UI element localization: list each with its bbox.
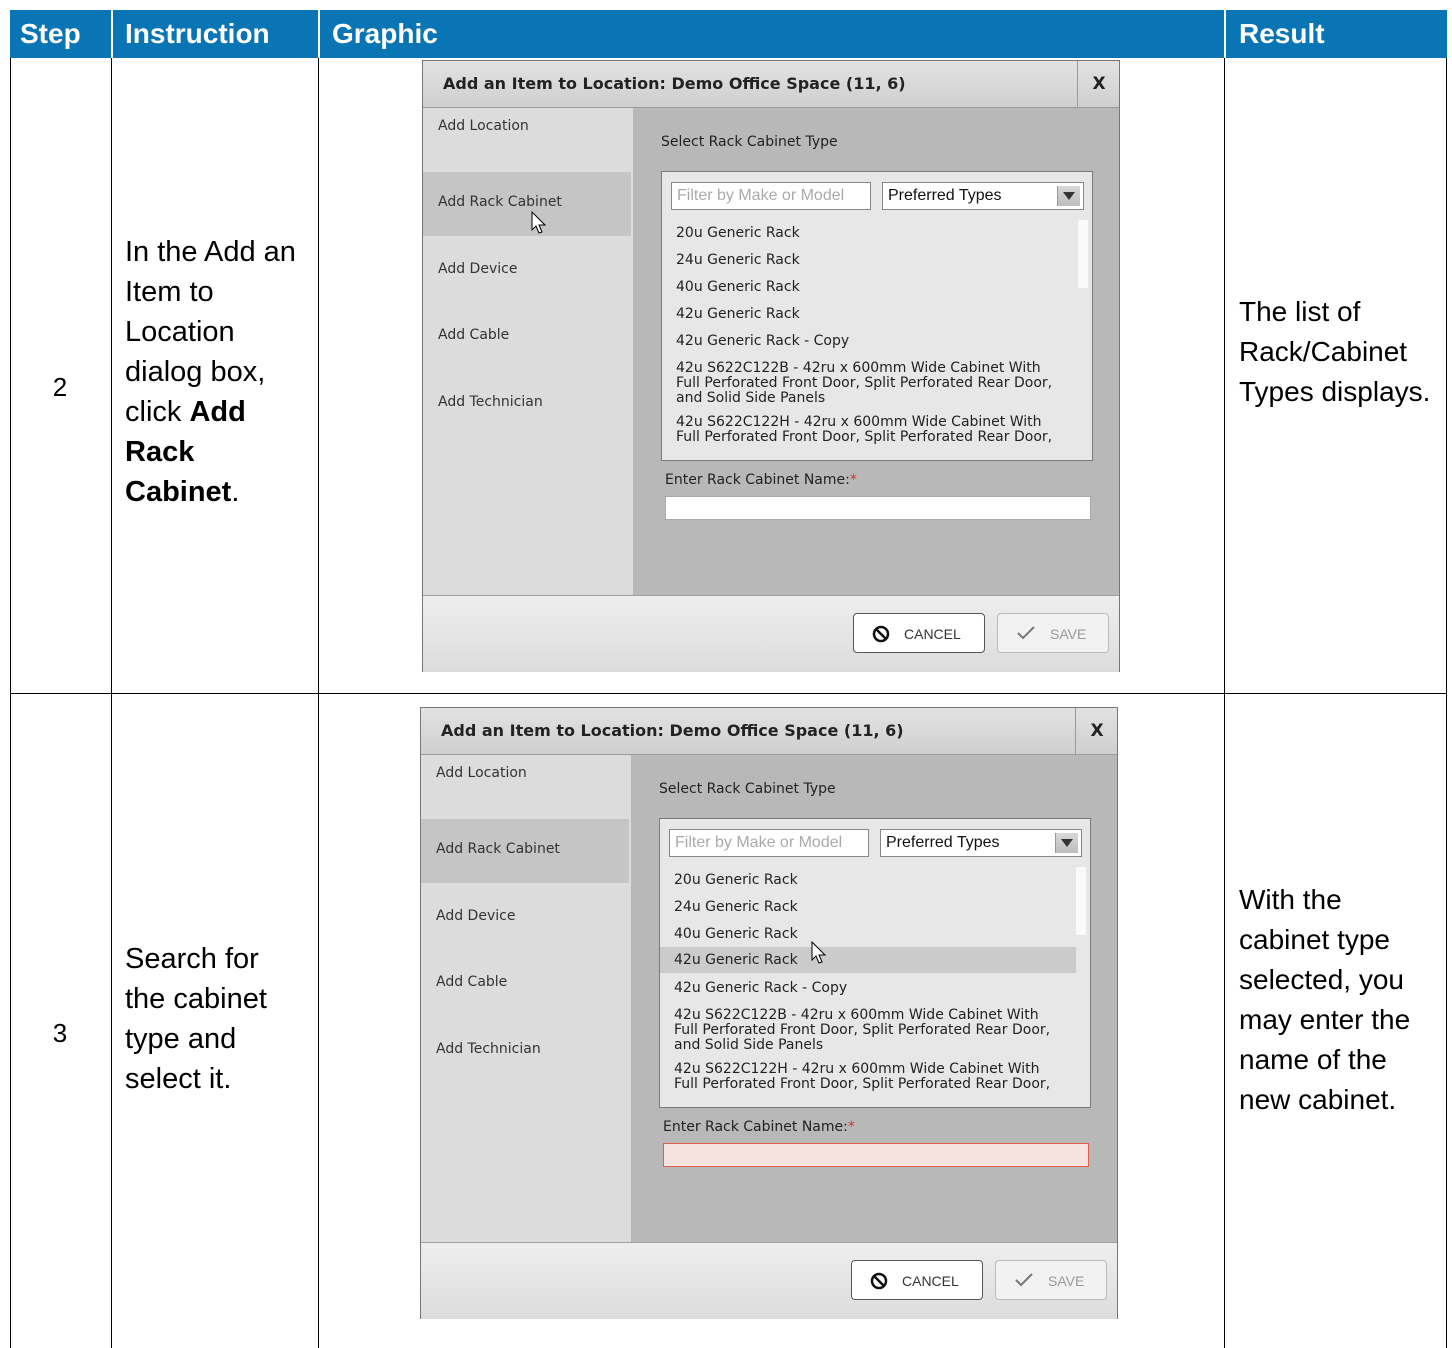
close-button[interactable]: X <box>1075 708 1118 754</box>
select-type-label: Select Rack Cabinet Type <box>661 134 838 150</box>
list-item[interactable]: 40u Generic Rack <box>660 927 1076 941</box>
rack-type-list: Filter by Make or Model Preferred Types … <box>661 171 1093 461</box>
close-button[interactable]: X <box>1077 61 1120 107</box>
add-item-dialog: Add an Item to Location: Demo Office Spa… <box>420 707 1118 1319</box>
sidebar-item-add-rack-cabinet[interactable]: Add Rack Cabinet <box>421 819 629 883</box>
sidebar-item-add-device[interactable]: Add Device <box>423 236 631 300</box>
cancel-button[interactable]: CANCEL <box>851 1260 983 1300</box>
list-item[interactable]: Full Perforated Front Door, Split Perfor… <box>662 376 1078 390</box>
dialog-footer: CANCEL SAVE <box>421 1242 1117 1319</box>
step-number: 3 <box>52 1018 68 1048</box>
cancel-icon <box>870 1272 888 1290</box>
list-item[interactable]: Full Perforated Front Door, Split Perfor… <box>660 1077 1076 1091</box>
sidebar-item-add-cable[interactable]: Add Cable <box>421 950 629 1014</box>
filter-input[interactable]: Filter by Make or Model <box>669 829 869 857</box>
sidebar-item-add-technician[interactable]: Add Technician <box>423 370 631 434</box>
list-item[interactable]: 24u Generic Rack <box>662 253 1078 267</box>
mouse-cursor-icon <box>811 941 827 964</box>
instruction-text: In the Add an Item to Location dialog bo… <box>125 236 296 508</box>
check-icon <box>1015 1273 1033 1287</box>
dialog-footer: CANCEL SAVE <box>423 595 1119 672</box>
save-button[interactable]: SAVE <box>997 613 1109 653</box>
list-item-selected[interactable]: 42u Generic Rack <box>660 947 1076 973</box>
header-step: Step <box>20 18 81 49</box>
list-scrollbar[interactable] <box>1076 867 1086 935</box>
list-item[interactable]: 42u Generic Rack <box>662 307 1078 321</box>
list-item[interactable]: and Solid Side Panels <box>660 1038 1076 1052</box>
list-item[interactable]: 42u S622C122H - 42ru x 600mm Wide Cabine… <box>660 1062 1076 1076</box>
list-item[interactable]: and Solid Side Panels <box>662 391 1078 405</box>
dialog-title: Add an Item to Location: Demo Office Spa… <box>441 721 904 740</box>
dialog-sidebar: Add Location Add Rack Cabinet Add Device… <box>423 108 633 595</box>
list-item[interactable]: 20u Generic Rack <box>662 226 1078 240</box>
dialog-main: Select Rack Cabinet Type Filter by Make … <box>633 108 1119 595</box>
type-select[interactable]: Preferred Types <box>882 182 1084 210</box>
list-item[interactable]: 42u Generic Rack - Copy <box>660 981 1076 995</box>
sidebar-item-add-cable[interactable]: Add Cable <box>423 303 631 367</box>
result-text: The list of Rack/Cabinet Types displays. <box>1239 296 1431 407</box>
cabinet-name-input[interactable] <box>665 496 1091 520</box>
sidebar-item-add-device[interactable]: Add Device <box>421 883 629 947</box>
mouse-cursor-icon <box>531 211 547 234</box>
cancel-button[interactable]: CANCEL <box>853 613 985 653</box>
filter-input[interactable]: Filter by Make or Model <box>671 182 871 210</box>
select-type-label: Select Rack Cabinet Type <box>659 781 836 797</box>
check-icon <box>1017 626 1035 640</box>
sidebar-item-add-location[interactable]: Add Location <box>423 108 631 172</box>
list-item[interactable]: 42u S622C122B - 42ru x 600mm Wide Cabine… <box>662 361 1078 375</box>
dialog-title-bar: Add an Item to Location: Demo Office Spa… <box>421 708 1117 755</box>
cancel-icon <box>872 625 890 643</box>
sidebar-item-add-rack-cabinet[interactable]: Add Rack Cabinet <box>423 172 631 236</box>
sidebar-item-add-technician[interactable]: Add Technician <box>421 1017 629 1081</box>
list-scrollbar[interactable] <box>1078 220 1088 288</box>
type-select[interactable]: Preferred Types <box>880 829 1082 857</box>
list-item[interactable]: Full Perforated Front Door, Split Perfor… <box>660 1023 1076 1037</box>
name-label: Enter Rack Cabinet Name:* <box>663 1119 855 1135</box>
instruction-text: Search for the cabinet type and select i… <box>125 943 267 1095</box>
step-number: 2 <box>52 372 68 402</box>
sidebar-item-add-location[interactable]: Add Location <box>421 755 629 819</box>
name-label: Enter Rack Cabinet Name:* <box>665 472 857 488</box>
list-item[interactable]: Full Perforated Front Door, Split Perfor… <box>662 430 1078 444</box>
dialog-sidebar: Add Location Add Rack Cabinet Add Device… <box>421 755 631 1242</box>
dialog-main: Select Rack Cabinet Type Filter by Make … <box>631 755 1117 1242</box>
list-item[interactable]: 40u Generic Rack <box>662 280 1078 294</box>
list-item[interactable]: 24u Generic Rack <box>660 900 1076 914</box>
rack-type-list: Filter by Make or Model Preferred Types … <box>659 818 1091 1108</box>
chevron-down-icon <box>1057 186 1080 206</box>
list-item[interactable]: 20u Generic Rack <box>660 873 1076 887</box>
result-text: With the cabinet type selected, you may … <box>1239 884 1411 1115</box>
header-graphic: Graphic <box>332 18 438 49</box>
dialog-title: Add an Item to Location: Demo Office Spa… <box>443 74 906 93</box>
list-item[interactable]: 42u S622C122B - 42ru x 600mm Wide Cabine… <box>660 1008 1076 1022</box>
save-button[interactable]: SAVE <box>995 1260 1107 1300</box>
dialog-title-bar: Add an Item to Location: Demo Office Spa… <box>423 61 1119 108</box>
header-instruction: Instruction <box>125 18 270 49</box>
add-item-dialog: Add an Item to Location: Demo Office Spa… <box>422 60 1120 672</box>
chevron-down-icon <box>1055 833 1078 853</box>
header-result: Result <box>1239 18 1325 49</box>
list-item[interactable]: 42u Generic Rack - Copy <box>662 334 1078 348</box>
list-item[interactable]: 42u S622C122H - 42ru x 600mm Wide Cabine… <box>662 415 1078 429</box>
cabinet-name-input[interactable] <box>663 1143 1089 1167</box>
table-header: Step Instruction Graphic Result <box>10 10 1447 58</box>
